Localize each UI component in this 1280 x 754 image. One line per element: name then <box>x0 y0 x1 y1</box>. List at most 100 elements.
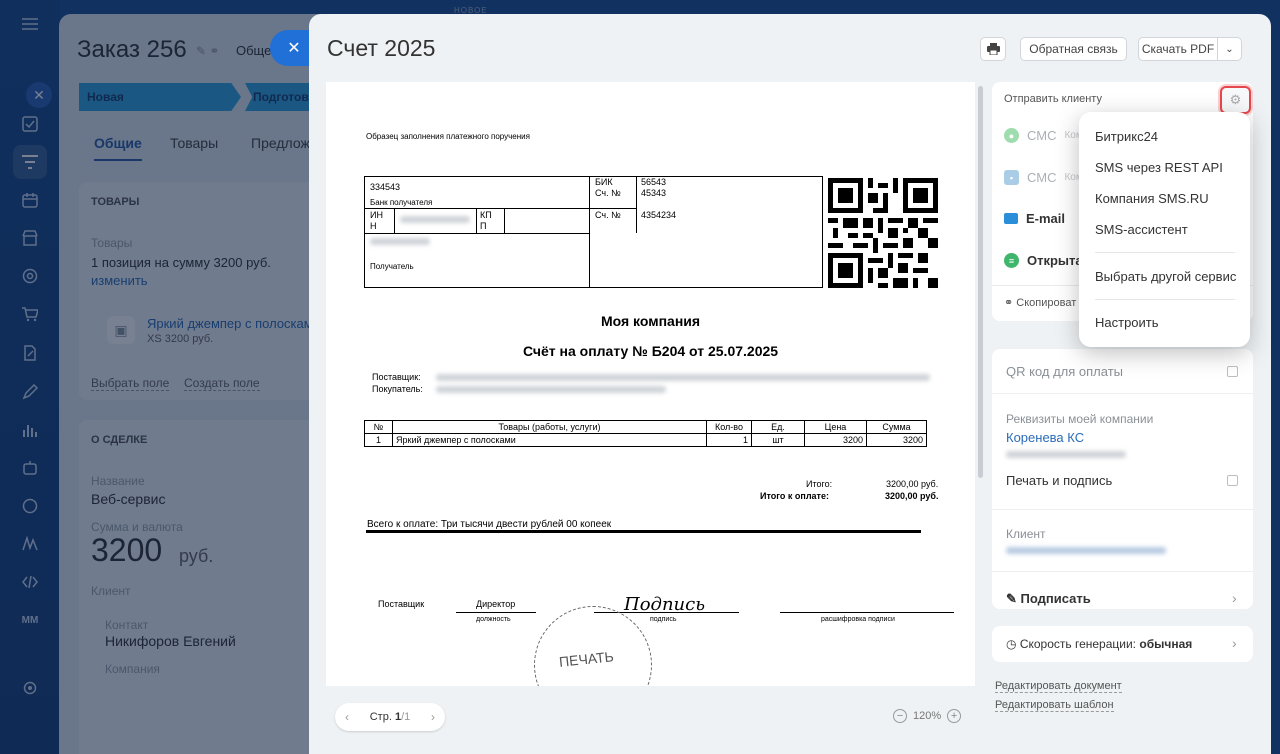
edit-template-link[interactable]: Редактировать шаблон <box>995 699 1114 712</box>
menu-item-other-service[interactable]: Выбрать другой сервис <box>1095 269 1236 284</box>
doc-line <box>364 176 823 177</box>
items-table: № Товары (работы, услуги) Кол-во Ед. Цен… <box>364 420 927 447</box>
channel-name: Открыта <box>1027 253 1083 268</box>
sms-icon: ▪ <box>1004 170 1019 185</box>
download-pdf-label: Скачать PDF <box>1141 42 1215 56</box>
document-title: Счет 2025 <box>327 35 436 61</box>
tab-general[interactable]: Общие <box>94 135 142 161</box>
table-header: № <box>364 420 393 434</box>
create-field-link[interactable]: Создать поле <box>184 376 260 391</box>
print-button[interactable] <box>980 37 1006 61</box>
target-icon[interactable] <box>18 264 42 288</box>
hamburger-menu-icon[interactable] <box>18 12 42 36</box>
chevron-down-icon[interactable]: ⌄ <box>1217 38 1241 60</box>
goods-summary: 1 позиция на сумму 3200 руб. <box>91 255 271 270</box>
analytics-icon[interactable] <box>18 418 42 442</box>
robot-icon[interactable] <box>18 456 42 480</box>
divider <box>992 571 1253 572</box>
feedback-button[interactable]: Обратная связь <box>1020 37 1127 61</box>
generation-speed-card[interactable]: ◷ Скорость генерации: обычная › <box>992 626 1253 662</box>
tab-proposals[interactable]: Предлож <box>251 135 310 151</box>
menu-item-sms-ru[interactable]: Компания SMS.RU <box>1095 191 1209 206</box>
print-sign-checkbox[interactable] <box>1227 475 1238 486</box>
market-icon[interactable]: MM <box>18 608 42 632</box>
copy-link-button[interactable]: ⚭ Скопироват <box>1004 296 1076 309</box>
menu-item-sms-assistant[interactable]: SMS-ассистент <box>1095 222 1188 237</box>
cart-icon[interactable] <box>18 302 42 326</box>
doc-blurred-buyer <box>436 386 666 393</box>
table-cell: 1 <box>706 433 752 447</box>
channel-sms-1[interactable]: ● СМС Ком <box>1004 128 1083 143</box>
store-icon[interactable] <box>18 226 42 250</box>
doc-to-pay-value: 3200,00 руб. <box>885 491 939 501</box>
document-preview: Образец заполнения платежного поручения … <box>326 82 975 686</box>
left-nav-rail: ✕ MM <box>0 0 60 754</box>
client-label: Клиент <box>91 584 131 598</box>
doc-total-value: 3200,00 руб. <box>886 479 939 489</box>
pen-icon[interactable] <box>18 380 42 404</box>
contact-name[interactable]: Никифоров Евгений <box>105 633 236 649</box>
name-value: Веб-сервис <box>91 491 166 507</box>
tab-goods[interactable]: Товары <box>170 135 218 151</box>
my-company-label: Реквизиты моей компании <box>1006 412 1154 426</box>
my-company-link[interactable]: Коренева КС <box>1006 430 1084 445</box>
calendar-icon[interactable] <box>18 188 42 212</box>
product-meta: XS 3200 руб. <box>147 333 214 345</box>
doc-line <box>822 176 823 288</box>
doc-receiver: Получатель <box>370 262 414 271</box>
stage-new[interactable]: Новая <box>79 83 241 111</box>
channel-open[interactable]: ≡ Открыта <box>1004 253 1083 268</box>
download-pdf-button[interactable]: Скачать PDF ⌄ <box>1138 37 1242 61</box>
code-icon[interactable] <box>18 570 42 594</box>
document-scrollbar[interactable] <box>978 86 983 478</box>
close-icon: ✕ <box>287 40 301 57</box>
doc-supplier-label: Поставщик: <box>372 372 421 382</box>
qr-checkbox[interactable] <box>1227 366 1238 377</box>
document-edit-icon[interactable] <box>18 341 42 365</box>
close-slider-button[interactable]: ✕ <box>270 30 314 66</box>
channel-name: СМС <box>1027 128 1057 143</box>
channel-sms-2[interactable]: ▪ СМС Ком <box>1004 170 1083 185</box>
doc-thick-line <box>366 530 921 533</box>
doc-total-label: Итого: <box>806 479 833 489</box>
shield-icon[interactable] <box>18 494 42 518</box>
sign-button[interactable]: ✎ Подписать <box>1006 591 1091 607</box>
open-channel-icon: ≡ <box>1004 253 1019 268</box>
generation-label: Скорость генерации: <box>1019 637 1140 651</box>
channel-email[interactable]: E-mail <box>1004 211 1065 226</box>
settings-gear-icon[interactable] <box>18 676 42 700</box>
chevron-left-icon[interactable]: ‹ <box>345 710 349 724</box>
doc-inn: ИН Н <box>370 210 383 231</box>
menu-item-bitrix24[interactable]: Битрикс24 <box>1095 129 1158 144</box>
table-cell: шт <box>751 433 805 447</box>
select-field-link[interactable]: Выбрать поле <box>91 376 170 391</box>
doc-to-pay-label: Итого к оплате: <box>760 491 829 501</box>
chevron-right-icon: › <box>1232 590 1237 606</box>
change-goods-link[interactable]: изменить <box>91 273 148 288</box>
page-label: Стр. <box>369 711 395 723</box>
zoom-in-icon[interactable]: + <box>947 709 962 723</box>
tasks-icon[interactable] <box>18 112 42 136</box>
company-label: Компания <box>105 662 160 676</box>
close-panel-icon[interactable]: ✕ <box>26 82 52 108</box>
doc-line <box>636 176 637 233</box>
email-icon <box>1004 213 1018 224</box>
menu-item-sms-rest-api[interactable]: SMS через REST API <box>1095 160 1223 175</box>
divider <box>992 393 1253 394</box>
send-settings-gear-icon[interactable]: ⚙ <box>1220 86 1251 114</box>
name-label: Название <box>91 474 145 488</box>
doc-line <box>394 208 395 233</box>
marketing-icon[interactable] <box>18 532 42 556</box>
edit-document-link[interactable]: Редактировать документ <box>995 680 1122 693</box>
menu-item-configure[interactable]: Настроить <box>1095 315 1159 330</box>
zoom-out-icon[interactable]: − <box>893 709 907 723</box>
doc-heading: Счёт на оплату № Б204 от 25.07.2025 <box>522 343 779 359</box>
product-name[interactable]: Яркий джемпер с полосками <box>147 316 320 331</box>
chevron-right-icon[interactable]: › <box>431 710 435 724</box>
doc-bank-account: 334543 <box>370 182 401 192</box>
table-header: Сумма <box>866 420 927 434</box>
table-row: 1 Яркий джемпер с полосками 1 шт 3200 32… <box>364 433 927 447</box>
menu-divider <box>1095 299 1235 300</box>
crm-filter-icon[interactable] <box>13 145 47 179</box>
edit-link-icons[interactable]: ✎ ⚭ <box>196 44 219 58</box>
